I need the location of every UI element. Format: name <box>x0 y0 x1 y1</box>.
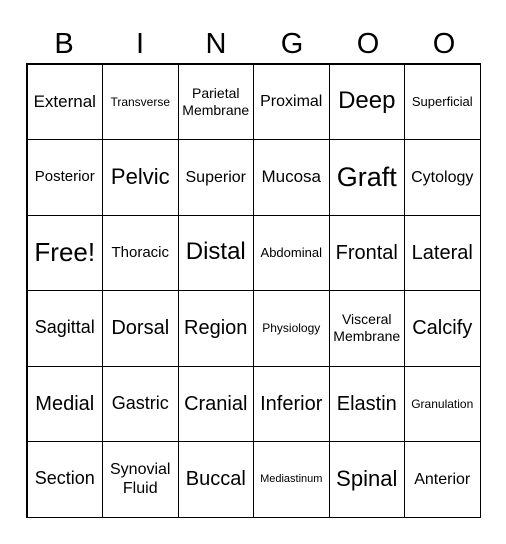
bingo-header: B I N G O O <box>26 24 482 64</box>
bingo-cell: Dorsal <box>102 290 179 367</box>
bingo-cell: Buccal <box>177 441 254 518</box>
free-space-cell: Free! <box>26 214 103 291</box>
header-letter: I <box>135 28 145 60</box>
bingo-cell: Deep <box>328 63 405 140</box>
header-letter: G <box>280 28 304 60</box>
header-letter: B <box>54 28 74 60</box>
bingo-cell: Calcify <box>404 290 481 367</box>
header-letter: O <box>356 28 380 60</box>
bingo-cell: Medial <box>26 365 103 442</box>
bingo-cell: Abdominal <box>253 214 330 291</box>
bingo-cell: Frontal <box>328 214 405 291</box>
bingo-cell: Region <box>177 290 254 367</box>
bingo-cell: Pelvic <box>102 139 179 216</box>
bingo-cell: Transverse <box>102 63 179 140</box>
bingo-grid: External Transverse Parietal Membrane Proxi… <box>26 63 481 518</box>
bingo-cell: Visceral Membrane <box>328 290 405 367</box>
bingo-cell: Mediastinum <box>253 441 330 518</box>
bingo-cell: Gastric <box>102 365 179 442</box>
bingo-cell: Physiology <box>253 290 330 367</box>
bingo-cell: Cytology <box>404 139 481 216</box>
bingo-cell: Parietal Membrane <box>177 63 254 140</box>
bingo-cell: Distal <box>177 214 254 291</box>
bingo-cell: Graft <box>328 139 405 216</box>
bingo-cell: Superior <box>177 139 254 216</box>
bingo-cell: Elastin <box>328 365 405 442</box>
header-letter: N <box>205 28 227 60</box>
bingo-cell: Inferior <box>253 365 330 442</box>
bingo-cell: Mucosa <box>253 139 330 216</box>
bingo-cell: Posterior <box>26 139 103 216</box>
bingo-cell: Sagittal <box>26 290 103 367</box>
header-letter: O <box>432 28 456 60</box>
bingo-cell: Thoracic <box>102 214 179 291</box>
bingo-cell: Synovial Fluid <box>102 441 179 518</box>
bingo-cell: Granulation <box>404 365 481 442</box>
bingo-cell: Cranial <box>177 365 254 442</box>
bingo-cell: Spinal <box>328 441 405 518</box>
bingo-cell: Lateral <box>404 214 481 291</box>
bingo-cell: Anterior <box>404 441 481 518</box>
bingo-cell: External <box>26 63 103 140</box>
bingo-cell: Proximal <box>253 63 330 140</box>
bingo-cell: Section <box>26 441 103 518</box>
bingo-cell: Superficial <box>404 63 481 140</box>
